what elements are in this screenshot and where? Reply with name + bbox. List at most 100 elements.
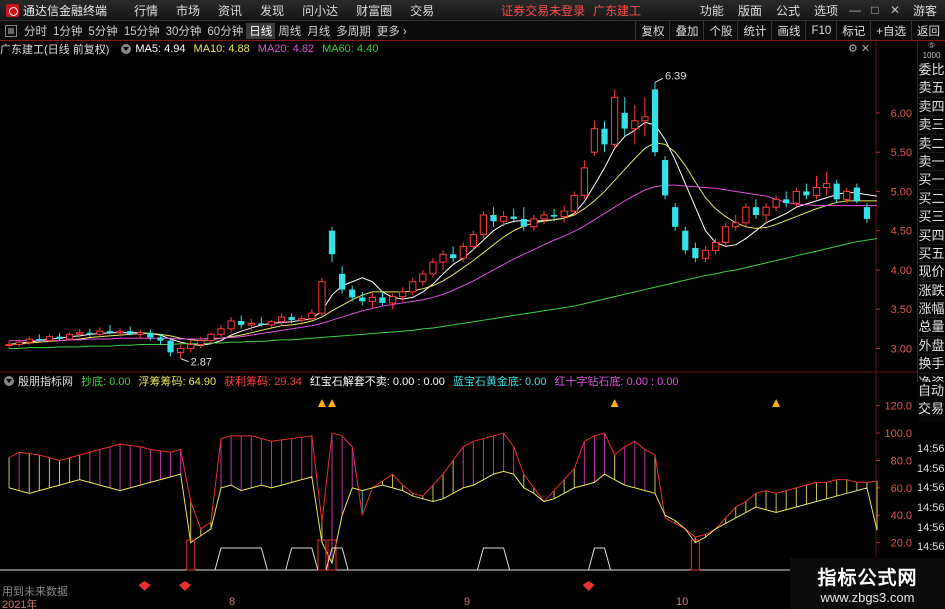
signal-marker-icon <box>328 399 337 407</box>
signal-trapezoid <box>285 547 319 571</box>
candle-body <box>419 273 427 283</box>
candle-body <box>722 226 730 243</box>
candle-body <box>368 296 377 302</box>
watermark-title: 指标公式网 <box>817 568 918 589</box>
candle-body <box>621 112 628 129</box>
candle-body <box>450 254 457 259</box>
candle-body <box>308 312 316 320</box>
candle-body <box>127 331 134 335</box>
candle-body <box>853 187 860 201</box>
signal-trapezoid <box>214 547 268 571</box>
date-axis: 2021年 8 9 10 <box>0 596 880 609</box>
chart-canvas[interactable]: 6.00 5.50 5.00 4.50 4.00 3.50 3.00 6.39 2.87 120.… <box>0 0 945 609</box>
candle-body <box>570 194 578 212</box>
chevron-down-icon[interactable] <box>121 44 132 54</box>
ma60-value: MA60: 4.40 <box>322 43 379 55</box>
signal-trapezoid <box>476 547 511 571</box>
candle-body <box>560 210 568 218</box>
indicator-chevron-icon[interactable] <box>4 376 14 386</box>
y-tick-label: 5.50 <box>891 147 912 159</box>
indicator-header: 殷朋指标网 抄底: 0.00 浮筹筹码: 64.90 获利筹码: 29.34 红… <box>0 373 687 389</box>
candle-body <box>157 337 164 341</box>
candle-body <box>530 218 538 228</box>
y-tick-label: 6.00 <box>891 108 912 120</box>
ind-tick-label: 120.0 <box>884 401 912 413</box>
signal-marker-icon <box>317 399 326 407</box>
candle-body <box>116 330 124 334</box>
quote-field-label: 现价 <box>918 263 945 282</box>
candle-body <box>540 214 548 220</box>
candle-body <box>136 332 144 335</box>
candle-body <box>106 331 114 333</box>
candle-body <box>288 317 295 321</box>
watermark: 指标公式网 www.zbgs3.com <box>790 558 945 609</box>
candle-body <box>238 320 245 325</box>
candle-body <box>399 291 407 298</box>
candle-body <box>25 338 33 343</box>
candle-body <box>499 216 508 222</box>
candle-body <box>56 336 63 340</box>
candle-body <box>772 198 780 208</box>
candle-body <box>550 215 558 217</box>
candle-body <box>429 261 437 275</box>
trade-time: 14:56 <box>917 482 945 495</box>
candle-body <box>96 330 104 335</box>
candle-body <box>742 206 750 224</box>
quote-field-label: 买四 <box>918 227 945 245</box>
date-label: 8 <box>229 596 236 608</box>
trade-label[interactable]: 交易 <box>917 400 945 418</box>
candle-body <box>651 89 659 153</box>
quote-field-label: 外盘 <box>918 337 945 356</box>
settings-icon[interactable]: ⚙ ✕ <box>848 42 870 55</box>
signal-marker-icon <box>610 399 619 407</box>
ind-tick-label: 20.0 <box>891 538 912 550</box>
candle-body <box>863 207 871 219</box>
auto-label[interactable]: 自动 <box>917 382 945 400</box>
y-tick-label: 3.50 <box>891 304 912 316</box>
candle-body <box>167 340 174 353</box>
candle-body <box>298 318 306 321</box>
candle-body <box>15 341 23 346</box>
candle-body <box>217 328 225 335</box>
candle-body <box>439 253 447 263</box>
quote-field-label: 涨幅 <box>918 300 945 319</box>
candle-body <box>672 207 679 227</box>
lanbaoshi-value: 蓝宝石黄金底: 0.00 <box>452 376 547 388</box>
y-tick-label: 4.00 <box>891 265 912 277</box>
signal-marker-icon <box>772 399 781 407</box>
candle-body <box>328 230 336 255</box>
candle-body <box>641 116 649 122</box>
trading-terminal: 通达信金融终端 行情 市场 资讯 发现 问小达 财富圈 交易 证券交易未登录 广东… <box>0 0 945 609</box>
ind-tick-label: 60.0 <box>891 483 912 495</box>
candle-body <box>792 190 800 204</box>
candle-body <box>258 323 265 325</box>
candle-body <box>822 183 831 189</box>
price-annotation: 2.87 <box>191 357 212 369</box>
signal-trapezoid <box>325 547 349 571</box>
trade-time: 14:56 <box>917 443 945 455</box>
candle-body <box>388 296 397 304</box>
trade-time: 14:56 <box>917 521 945 534</box>
candle-body <box>65 333 74 340</box>
candle-body <box>783 199 790 204</box>
candle-body <box>267 321 276 326</box>
hongbaoshi-value: 红宝石解套不卖: 0.00 : 0.00 <box>309 376 445 388</box>
candle-body <box>803 191 810 196</box>
quote-field-label: 卖三 <box>918 116 945 135</box>
quote-field-label: 委比 <box>918 61 945 80</box>
quote-field-label: 涨跌 <box>918 282 945 301</box>
trade-time: 14:56 <box>917 541 945 554</box>
quote-field-label: 卖二 <box>918 135 945 153</box>
quote-field-label: 总量 <box>918 318 945 337</box>
ind-tick-label: 100.0 <box>884 428 912 440</box>
candle-body <box>580 167 588 196</box>
candle-body <box>318 281 326 314</box>
candle-body <box>701 249 710 259</box>
date-label: 9 <box>464 596 471 608</box>
quote-field-label: 卖四 <box>918 98 945 117</box>
ma-line-ma5 <box>8 121 878 346</box>
annotation-leader <box>180 358 189 363</box>
candle-body <box>359 297 366 302</box>
candle-body <box>338 273 346 290</box>
candle-body <box>661 160 669 196</box>
